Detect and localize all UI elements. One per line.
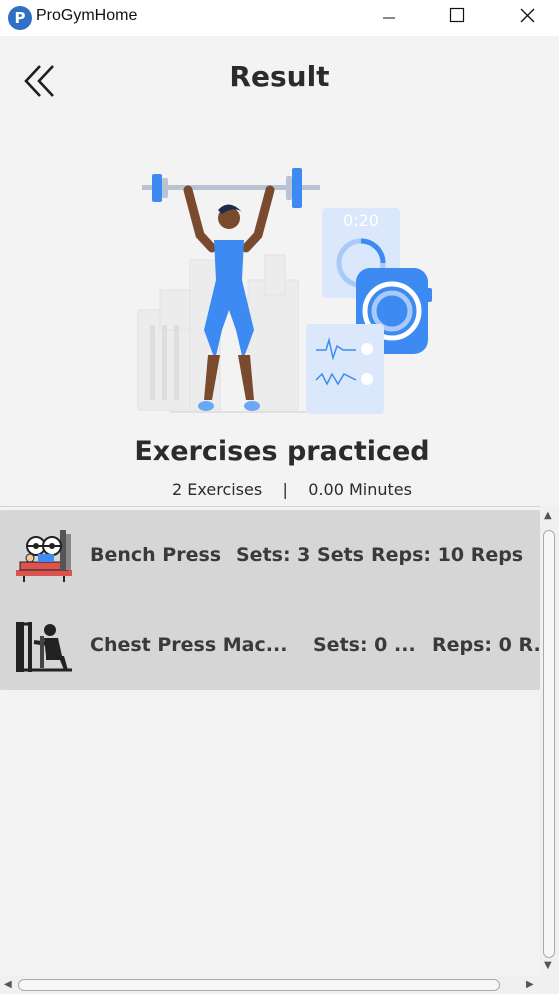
section-title: Exercises practiced: [134, 436, 430, 467]
exercise-list[interactable]: Bench Press Sets: 3 Sets Reps: 10 Reps C: [0, 506, 559, 976]
vertical-scroll-thumb[interactable]: [543, 530, 555, 958]
window-title: ProGymHome: [36, 7, 138, 24]
exercise-row[interactable]: Bench Press Sets: 3 Sets Reps: 10 Reps: [0, 510, 540, 600]
horizontal-scrollbar[interactable]: ◀ ▶: [0, 976, 540, 994]
horizontal-scroll-thumb[interactable]: [18, 979, 500, 991]
scroll-right-arrow-icon[interactable]: ▶: [526, 979, 534, 990]
svg-text:0:20: 0:20: [343, 211, 379, 230]
exercise-sets: Sets: 3 Sets: [236, 544, 364, 566]
scroll-down-arrow-icon[interactable]: ▼: [544, 960, 552, 971]
page-title: Result: [229, 60, 330, 93]
scroll-left-arrow-icon[interactable]: ◀: [4, 979, 12, 990]
exercise-sets: Sets: 0 ...: [313, 634, 416, 656]
title-bar: P ProGymHome: [0, 0, 559, 36]
bench-press-icon: [14, 526, 74, 584]
minimize-button[interactable]: [366, 0, 412, 36]
exercise-reps: Reps: 0 R...: [432, 634, 556, 656]
minimize-icon: [383, 17, 395, 19]
workout-illustration: 0:20: [130, 160, 440, 425]
close-icon: [520, 8, 535, 23]
maximize-icon: [449, 7, 465, 23]
exercise-name: Bench Press: [90, 544, 222, 566]
app-window: P ProGymHome Result 0:20 Exercises pract…: [0, 0, 559, 994]
vertical-scrollbar[interactable]: ▲ ▼: [540, 506, 559, 976]
exercise-name: Chest Press Mac...: [90, 634, 288, 656]
close-button[interactable]: [504, 0, 550, 36]
exercise-reps: Reps: 10 Reps: [371, 544, 524, 566]
app-logo-icon: P: [8, 6, 32, 30]
scroll-up-arrow-icon[interactable]: ▲: [544, 510, 552, 521]
chest-press-machine-icon: [14, 616, 74, 674]
exercise-row[interactable]: Chest Press Mac... Sets: 0 ... Reps: 0 R…: [0, 600, 555, 690]
exercise-summary: 2 Exercises | 0.00 Minutes: [172, 480, 412, 499]
maximize-button[interactable]: [436, 0, 482, 36]
scrollbar-corner: [540, 976, 559, 994]
